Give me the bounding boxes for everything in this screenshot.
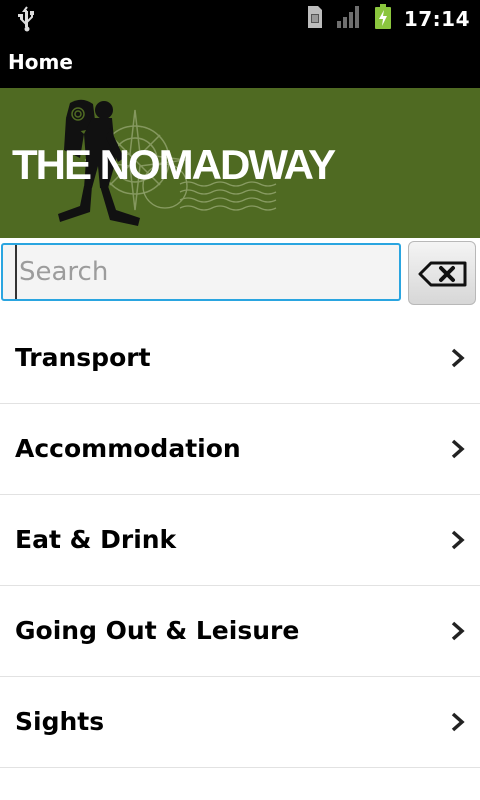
search-input[interactable] [15, 245, 399, 299]
usb-icon [16, 6, 38, 36]
nomadway-logo: THE NOMADWAY [12, 141, 336, 188]
menu-item-eat-drink[interactable]: Eat & Drink [0, 495, 480, 586]
battery-charging-icon [374, 4, 392, 34]
chevron-right-icon [450, 711, 466, 737]
menu-item-transport[interactable]: Transport [0, 313, 480, 404]
title-bar: Home [0, 38, 480, 88]
menu-item-accommodation[interactable]: Accommodation [0, 404, 480, 495]
sim-icon [306, 5, 324, 33]
backspace-clear-icon [418, 261, 467, 287]
menu-item-label: Going Out & Leisure [15, 616, 300, 645]
chevron-right-icon [450, 438, 466, 464]
chevron-right-icon [450, 529, 466, 555]
menu-item-label: Eat & Drink [15, 525, 177, 554]
category-menu: Transport Accommodation Eat & Drink Goin… [0, 313, 480, 768]
page-title: Home [8, 50, 73, 74]
menu-item-sights[interactable]: Sights [0, 677, 480, 768]
chevron-right-icon [450, 347, 466, 373]
search-field-container [1, 243, 401, 301]
status-bar: 17:14 [0, 0, 480, 38]
signal-icon [336, 5, 362, 33]
menu-item-label: Transport [15, 343, 151, 372]
menu-item-label: Sights [15, 707, 105, 736]
clear-search-button[interactable] [408, 241, 476, 305]
search-bar [0, 238, 480, 310]
status-time: 17:14 [403, 7, 470, 31]
chevron-right-icon [450, 620, 466, 646]
menu-item-label: Accommodation [15, 434, 241, 463]
brand-banner: THE NOMADWAY [0, 88, 480, 238]
menu-item-going-out-leisure[interactable]: Going Out & Leisure [0, 586, 480, 677]
